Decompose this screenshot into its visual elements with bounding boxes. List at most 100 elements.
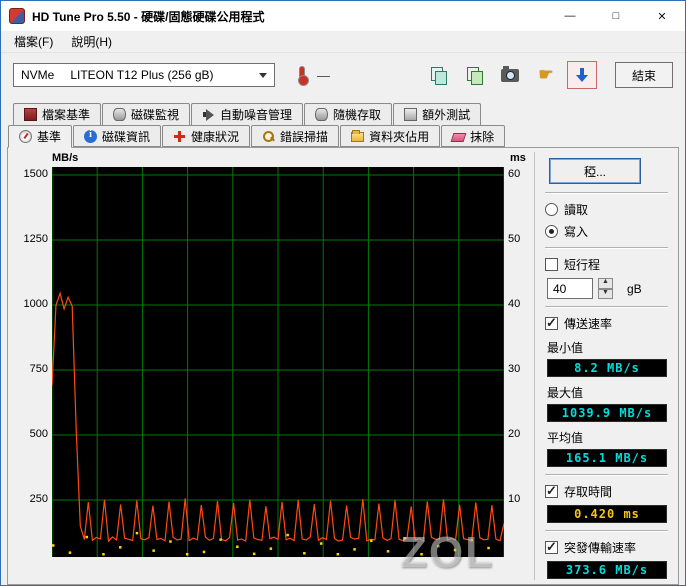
y-axis-unit-left: MB/s	[52, 152, 79, 164]
radio-selected-icon	[545, 225, 558, 238]
toolbar: NVMe LITEON T12 Plus (256 gB) — 結束	[1, 53, 685, 97]
app-icon	[9, 8, 25, 24]
app-window: HD Tune Pro 5.50 - 硬碟/固態硬碟公用程式 — □ ✕ 檔案(…	[0, 0, 686, 586]
y-tick-label-right: 60	[508, 168, 521, 180]
tab-folder-usage[interactable]: 資料夾佔用	[340, 125, 441, 147]
download-button[interactable]	[567, 61, 597, 89]
tab-label: 隨機存取	[333, 108, 382, 122]
drive-name-label: LITEON T12 Plus (256 gB)	[70, 68, 214, 82]
tab-label: 額外測試	[422, 108, 471, 122]
divider	[545, 306, 668, 308]
file-benchmark-icon	[24, 108, 37, 121]
divider	[545, 192, 668, 194]
benchmark-controls-panel: 稏... 讀取 寫入 短行程 gB	[534, 152, 674, 580]
disk-icon	[315, 108, 329, 121]
divider	[545, 474, 668, 476]
y-tick-label-right: 30	[508, 363, 521, 375]
toolbar-buttons	[423, 61, 597, 89]
tab-label: 自動噪音管理	[220, 108, 293, 122]
tab-row-primary: 基準 磁碟資訊 健康狀況 錯誤掃描 資料夾佔用 抹除	[1, 125, 685, 148]
extra-tests-icon	[404, 108, 418, 121]
min-speed-display: 8.2 MB/s	[547, 359, 667, 377]
menubar: 檔案(F) 說明(H)	[1, 31, 685, 53]
minimize-button[interactable]: —	[547, 1, 593, 31]
checkbox-checked-icon	[545, 539, 558, 555]
write-radio[interactable]: 寫入	[545, 223, 670, 240]
transfer-rate-label: 傳送速率	[564, 317, 613, 331]
radio-icon	[545, 203, 558, 216]
start-button[interactable]: 稏...	[549, 158, 641, 184]
window-title: HD Tune Pro 5.50 - 硬碟/固態硬碟公用程式	[32, 9, 265, 24]
speaker-icon	[202, 108, 215, 121]
menu-help[interactable]: 說明(H)	[62, 31, 121, 52]
spinner-up-button[interactable]	[598, 278, 613, 289]
y-tick-label-right: 10	[508, 493, 521, 505]
capacity-unit-label: gB	[627, 281, 642, 296]
health-cross-icon	[173, 130, 186, 143]
benchmark-chart: MB/s ms 1500 1250 1000 750 500 250 60 50…	[12, 152, 534, 580]
read-radio[interactable]: 讀取	[545, 201, 670, 218]
titlebar: HD Tune Pro 5.50 - 硬碟/固態硬碟公用程式 — □ ✕	[1, 1, 685, 31]
tab-error-scan[interactable]: 錯誤掃描	[251, 125, 340, 147]
tab-disk-info[interactable]: 磁碟資訊	[73, 125, 162, 147]
tab-erase[interactable]: 抹除	[441, 125, 506, 147]
tab-health[interactable]: 健康狀況	[162, 125, 251, 147]
tab-aam[interactable]: 自動噪音管理	[191, 103, 304, 125]
tab-label: 抹除	[470, 129, 495, 144]
tab-benchmark[interactable]: 基準	[8, 125, 73, 148]
magnifier-icon	[262, 130, 275, 143]
menu-file[interactable]: 檔案(F)	[5, 31, 62, 52]
tab-label: 資料夾佔用	[369, 129, 430, 144]
copy-text-button[interactable]	[423, 61, 453, 89]
min-label: 最小值	[547, 341, 584, 355]
short-stroke-size-input[interactable]	[547, 278, 593, 299]
tab-disk-monitor[interactable]: 磁碟監視	[102, 103, 191, 125]
write-radio-label: 寫入	[564, 225, 589, 239]
tab-extra-tests[interactable]: 額外測試	[393, 103, 482, 125]
screenshot-button[interactable]	[495, 61, 525, 89]
burst-rate-checkbox[interactable]: 突發傳輸速率	[545, 539, 670, 556]
tab-file-benchmark[interactable]: 檔案基準	[13, 103, 102, 125]
y-axis-unit-right: ms	[510, 152, 526, 164]
y-tick-label: 750	[29, 363, 48, 375]
benchmark-icon	[19, 130, 32, 143]
window-controls: — □ ✕	[547, 1, 685, 31]
info-icon	[84, 129, 98, 143]
short-stroke-size-row: gB	[547, 278, 670, 299]
spinner	[598, 278, 613, 299]
y-tick-label-right: 40	[508, 298, 521, 310]
y-tick-label-right: 20	[508, 428, 521, 440]
avg-speed-display: 165.1 MB/s	[547, 449, 667, 467]
burst-rate-label: 突發傳輸速率	[564, 541, 637, 555]
short-stroke-label: 短行程	[564, 258, 601, 272]
tab-label: 磁碟監視	[131, 108, 180, 122]
drive-type-label: NVMe	[21, 68, 55, 82]
checkbox-checked-icon	[545, 315, 558, 331]
short-stroke-checkbox[interactable]: 短行程	[545, 256, 670, 273]
tab-label: 磁碟資訊	[102, 129, 151, 144]
spinner-down-button[interactable]	[598, 288, 613, 299]
benchmark-page: MB/s ms 1500 1250 1000 750 500 250 60 50…	[7, 147, 679, 585]
exit-button[interactable]: 結束	[615, 62, 673, 88]
hand-button[interactable]	[531, 61, 561, 89]
eraser-icon	[450, 132, 467, 142]
y-tick-label: 250	[29, 493, 48, 505]
drive-selector[interactable]: NVMe LITEON T12 Plus (256 gB)	[13, 63, 275, 87]
max-label: 最大值	[547, 386, 584, 400]
copy-text-icon	[430, 67, 447, 85]
disk-icon	[113, 108, 127, 121]
avg-label: 平均值	[547, 431, 584, 445]
transfer-rate-plot	[52, 167, 504, 557]
maximize-button[interactable]: □	[593, 1, 639, 31]
max-speed-display: 1039.9 MB/s	[547, 404, 667, 422]
transfer-rate-checkbox[interactable]: 傳送速率	[545, 315, 670, 332]
access-time-checkbox[interactable]: 存取時間	[545, 483, 670, 500]
copy-image-button[interactable]	[459, 61, 489, 89]
close-button[interactable]: ✕	[639, 1, 685, 31]
divider	[545, 530, 668, 532]
y-tick-label-right: 50	[508, 233, 521, 245]
tab-random-access[interactable]: 隨機存取	[304, 103, 393, 125]
download-arrow-icon	[574, 67, 590, 83]
thermometer-icon	[298, 65, 309, 86]
copy-image-icon	[466, 67, 483, 85]
